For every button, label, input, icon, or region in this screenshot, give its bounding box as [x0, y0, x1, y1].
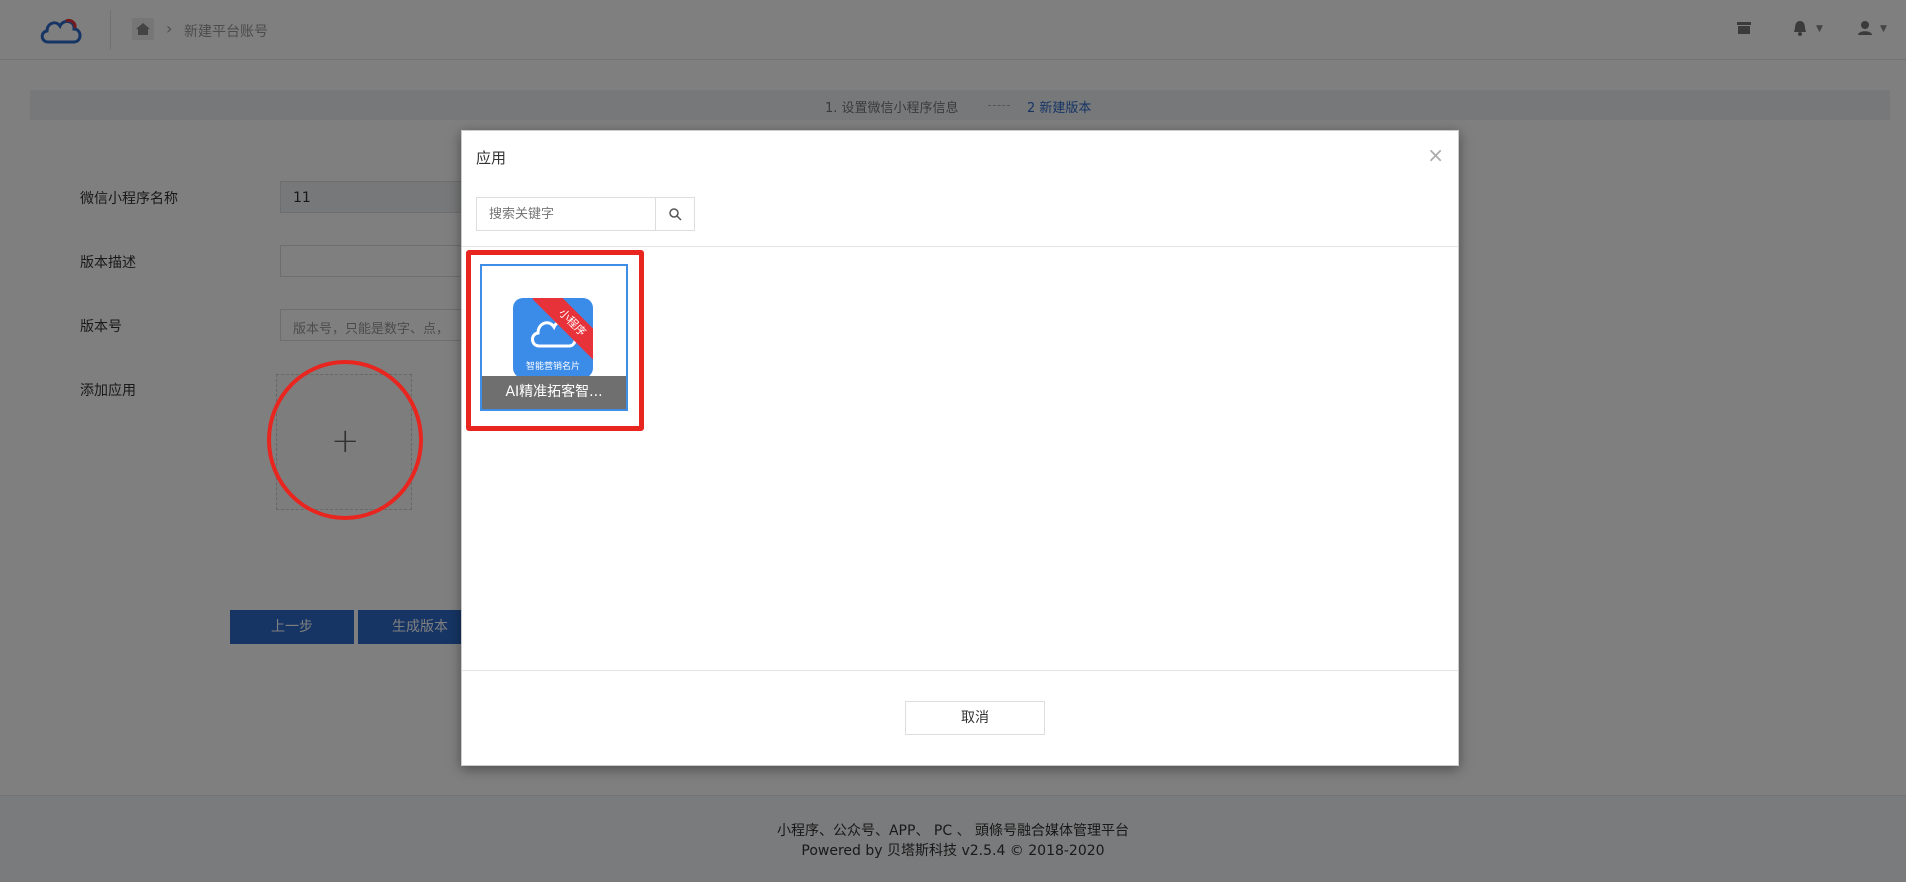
modal-header-divider	[462, 246, 1458, 247]
annotation-circle	[267, 360, 423, 520]
close-icon[interactable]: ×	[1427, 143, 1444, 167]
search-input[interactable]	[476, 197, 656, 231]
search-icon	[669, 208, 682, 221]
cancel-button[interactable]: 取消	[905, 701, 1045, 735]
annotation-rectangle	[466, 250, 644, 431]
modal-footer-divider	[462, 670, 1458, 671]
app-picker-modal: 应用 × 小程序 智能营销名片 AI精准拓客智... 取消	[461, 130, 1459, 766]
modal-title: 应用	[476, 149, 507, 167]
search-button[interactable]	[655, 197, 695, 231]
